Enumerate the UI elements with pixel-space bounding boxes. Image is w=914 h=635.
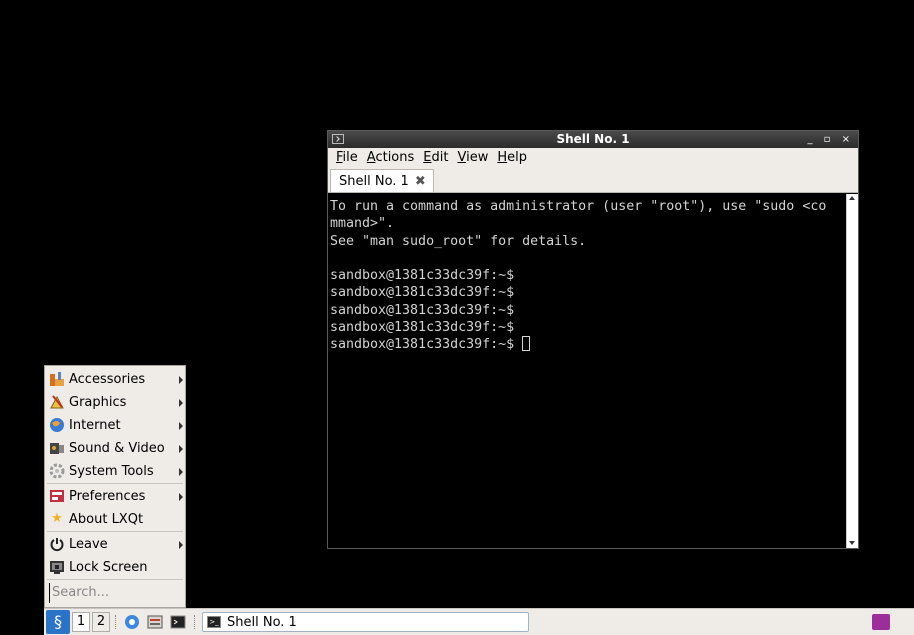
menu-item-preferences[interactable]: Preferences (45, 485, 185, 507)
terminal-line: sandbox@1381c33dc39f:~$ (330, 320, 515, 336)
terminal-output[interactable]: To run a command as administrator (user … (328, 194, 846, 548)
submenu-arrow-icon (179, 541, 183, 549)
submenu-arrow-icon (179, 376, 183, 384)
system-tools-icon (49, 463, 65, 479)
menu-item-system-tools[interactable]: System Tools (45, 460, 185, 482)
graphics-icon (49, 394, 65, 410)
terminal-task-icon: >_ (207, 616, 221, 628)
taskbar: § 1 2 >_ Shell No. 1 (44, 608, 914, 635)
desktop-switch-1[interactable]: 1 (72, 612, 90, 632)
terminal-line: mmand>". (330, 216, 395, 232)
terminal-window[interactable]: Shell No. 1 _ ▫ × File Actions Edit View… (327, 130, 859, 549)
taskbar-task-shell-1[interactable]: >_ Shell No. 1 (202, 612, 529, 632)
menu-item-label: Leave (69, 536, 108, 552)
desktop-switch-2[interactable]: 2 (92, 612, 110, 632)
terminal-title: Shell No. 1 (556, 132, 630, 146)
power-icon (49, 536, 65, 552)
tab-label: Shell No. 1 (339, 173, 409, 189)
window-buttons[interactable]: _ ▫ × (807, 131, 854, 148)
star-icon: ★ (51, 511, 63, 526)
menu-item-label: Preferences (69, 488, 146, 504)
menu-separator (47, 579, 183, 580)
submenu-arrow-icon (179, 493, 183, 501)
lxqt-logo-icon: § (54, 612, 62, 631)
menu-item-leave[interactable]: Leave (45, 533, 185, 555)
terminal-line: To run a command as administrator (user … (330, 199, 827, 214)
menu-item-accessories[interactable]: Accessories (45, 368, 185, 390)
menu-item-label: About LXQt (69, 511, 144, 527)
terminal-titlebar[interactable]: Shell No. 1 _ ▫ × (328, 131, 858, 148)
menu-search-input[interactable]: Search... (49, 583, 181, 603)
menu-separator (47, 483, 183, 484)
menu-edit[interactable]: Edit (423, 150, 448, 165)
terminal-line: sandbox@1381c33dc39f:~$ (330, 285, 515, 301)
terminal-prompt-line: sandbox@1381c33dc39f:~$ (330, 336, 844, 353)
tray-app-icon[interactable] (872, 614, 890, 630)
menu-item-label: Lock Screen (69, 559, 148, 575)
menu-actions[interactable]: Actions (367, 150, 415, 165)
menu-item-about-lxqt[interactable]: ★ About LXQt (45, 508, 185, 530)
submenu-arrow-icon (179, 422, 183, 430)
terminal-prompt: sandbox@1381c33dc39f:~$ (330, 337, 523, 353)
menu-item-label: Accessories (69, 371, 146, 387)
accessories-icon (49, 371, 65, 387)
terminal-tabbar: Shell No. 1 ✖ (328, 167, 858, 193)
start-menu: Accessories Graphics Internet Sound & Vi… (44, 365, 186, 608)
terminal-line: sandbox@1381c33dc39f:~$ (330, 302, 515, 318)
browser-icon[interactable] (124, 614, 140, 630)
menu-item-label: System Tools (69, 463, 154, 479)
preferences-icon (49, 488, 65, 504)
terminal-launcher-icon[interactable] (170, 614, 186, 630)
menu-view[interactable]: View (457, 150, 488, 165)
menu-separator (47, 531, 183, 532)
menu-item-internet[interactable]: Internet (45, 414, 185, 436)
terminal-line: See "man sudo_root" for details. (330, 233, 587, 249)
panel-grip (115, 615, 118, 629)
menu-item-graphics[interactable]: Graphics (45, 391, 185, 413)
file-manager-icon[interactable] (147, 614, 163, 630)
panel-grip (194, 615, 197, 629)
tab-close-icon[interactable]: ✖ (415, 174, 426, 189)
menu-item-sound-video[interactable]: Sound & Video (45, 437, 185, 459)
menu-file[interactable]: File (336, 150, 358, 165)
terminal-cursor (522, 336, 531, 352)
terminal-menubar: File Actions Edit View Help (328, 148, 858, 167)
menu-item-lock-screen[interactable]: Lock Screen (45, 556, 185, 578)
scroll-down-icon[interactable] (849, 541, 855, 545)
menu-item-label: Internet (69, 417, 121, 433)
menu-help[interactable]: Help (497, 150, 527, 165)
menu-item-label: Sound & Video (69, 440, 165, 456)
terminal-window-icon (332, 134, 344, 144)
tab-shell-1[interactable]: Shell No. 1 ✖ (330, 169, 434, 192)
start-menu-button[interactable]: § (46, 610, 70, 634)
menu-item-label: Graphics (69, 394, 127, 410)
scroll-up-icon[interactable] (849, 196, 855, 200)
task-label: Shell No. 1 (227, 614, 297, 630)
terminal-scrollbar[interactable] (846, 194, 858, 548)
terminal-line: sandbox@1381c33dc39f:~$ (330, 268, 515, 284)
submenu-arrow-icon (179, 399, 183, 407)
lock-screen-icon (49, 559, 65, 575)
submenu-arrow-icon (179, 468, 183, 476)
submenu-arrow-icon (179, 445, 183, 453)
sound-video-icon (49, 440, 65, 456)
internet-icon (49, 417, 65, 433)
